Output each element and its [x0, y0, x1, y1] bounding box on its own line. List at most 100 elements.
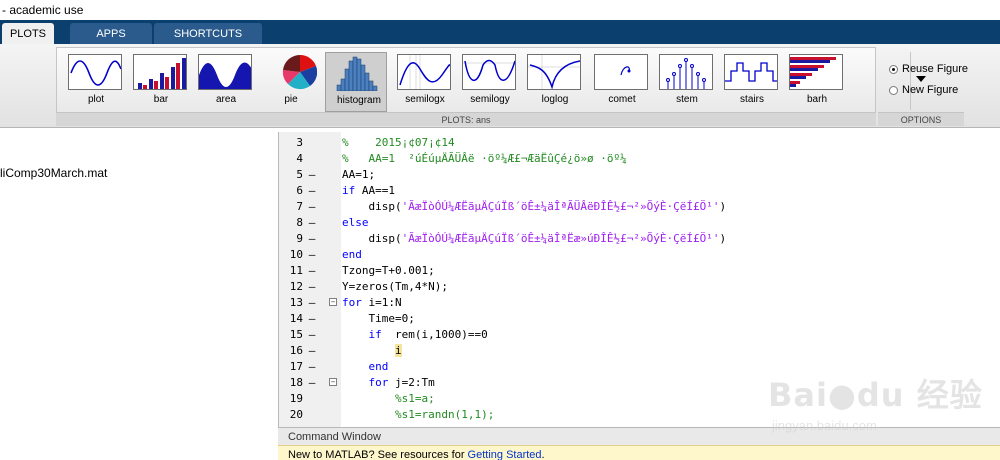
stairs-button[interactable]: stairs — [719, 52, 779, 112]
code-line[interactable]: 14 — Time=0; — [279, 310, 1000, 326]
code-token: Y=zeros(Tm,4*N); — [342, 280, 448, 293]
code-line[interactable]: 7 — disp('ÃæÏòÓÚ¼ÆËãµÄÇúÏß´öÊ±¼äÎªÃÜÂëÐÎÊ… — [279, 198, 1000, 214]
comet-label: comet — [608, 94, 636, 105]
gallery-more-button[interactable] — [910, 52, 930, 110]
code-token: %s1=a; — [342, 392, 435, 405]
plot-gallery: plot bar area pie histogram semilogx sem… — [56, 47, 926, 113]
tab-shortcuts[interactable]: SHORTCUTS — [154, 23, 262, 44]
plots-ribbon: plot bar area pie histogram semilogx sem… — [0, 44, 1000, 128]
line-number: 3 — [296, 136, 303, 149]
getting-started-link[interactable]: Getting Started — [468, 449, 542, 460]
radio-selected-icon — [889, 65, 898, 74]
code-line[interactable]: 11 — Tzong=T+0.001; — [279, 262, 1000, 278]
code-text: %s1=randn(1,1); — [342, 408, 494, 421]
code-line[interactable]: 12 — Y=zeros(Tm,4*N); — [279, 278, 1000, 294]
code-token: rem(i,1000)==0 — [381, 328, 488, 341]
line-number: 17 — [289, 360, 303, 373]
line-number: 19 — [289, 392, 303, 405]
code-line[interactable]: 9 — disp('ÃæÏòÓÚ¼ÆËãµÄÇúÏß´öÊ±¼äÎªËæ»úÐÎÊ… — [279, 230, 1000, 246]
code-text: Time=0; — [342, 312, 415, 325]
code-token: Tzong=T+0.001; — [342, 264, 435, 277]
code-line[interactable]: 5 — AA=1; — [279, 166, 1000, 182]
breakpoint-marker[interactable]: — — [307, 184, 317, 197]
code-token: if — [368, 328, 382, 341]
semilogy-button[interactable]: semilogy — [457, 52, 517, 112]
breakpoint-marker[interactable]: — — [307, 264, 317, 277]
code-line[interactable]: 8 — else — [279, 214, 1000, 230]
code-text: Y=zeros(Tm,4*N); — [342, 280, 448, 293]
code-line[interactable]: 13 — − for i=1:N — [279, 294, 1000, 310]
code-token: ) — [719, 232, 727, 245]
line-number: 13 — [289, 296, 303, 309]
pie-button[interactable]: pie — [258, 52, 318, 112]
code-token: ) — [719, 200, 727, 213]
code-token: i=1:N — [361, 296, 402, 309]
tab-apps[interactable]: APPS — [70, 23, 152, 44]
toolstrip-tabs: PLOTS APPS SHORTCUTS — [0, 20, 1000, 44]
breakpoint-marker[interactable]: — — [307, 312, 317, 325]
reuse-figure-option[interactable]: Reuse Figure — [889, 62, 999, 78]
fold-toggle-icon[interactable]: − — [329, 378, 337, 386]
loglog-button[interactable]: loglog — [522, 52, 582, 112]
code-line[interactable]: 6 — if AA==1 — [279, 182, 1000, 198]
breakpoint-marker[interactable]: — — [307, 248, 317, 261]
line-number: 14 — [289, 312, 303, 325]
reuse-figure-label: Reuse Figure — [902, 63, 969, 75]
breakpoint-marker[interactable]: — — [307, 344, 317, 357]
breakpoint-marker[interactable]: — — [307, 296, 317, 309]
code-token: %s1=randn(1,1); — [342, 408, 495, 421]
code-token: end — [342, 248, 362, 261]
stairs-label: stairs — [740, 94, 764, 105]
code-token: for — [342, 296, 362, 309]
breakpoint-marker[interactable]: — — [307, 328, 317, 341]
breakpoint-marker[interactable]: — — [307, 200, 317, 213]
line-number: 10 — [289, 248, 303, 261]
semilogx-label: semilogx — [405, 94, 445, 105]
code-token: end — [368, 360, 389, 373]
fold-toggle-icon[interactable]: − — [329, 298, 337, 306]
tab-plots[interactable]: PLOTS — [2, 23, 54, 44]
code-token: % AA=1 ²úÉúµÄÃÜÂë ·öº¼Æ£¬ÆäËûÇé¿ö»ø ·öº¼ — [342, 152, 627, 165]
loglog-icon — [527, 54, 581, 90]
code-line[interactable]: 10 — end — [279, 246, 1000, 262]
stem-button[interactable]: stem — [654, 52, 714, 112]
semilogx-button[interactable]: semilogx — [392, 52, 452, 112]
new-figure-option[interactable]: New Figure — [889, 83, 999, 99]
code-token: disp( — [342, 200, 402, 213]
breakpoint-marker[interactable]: — — [307, 168, 317, 181]
stem-label: stem — [676, 94, 698, 105]
breakpoint-marker[interactable]: — — [307, 216, 317, 229]
line-number: 15 — [289, 328, 303, 341]
code-text: end — [342, 248, 362, 261]
code-text: for j=2:Tm — [342, 376, 435, 389]
barh-label: barh — [806, 94, 827, 105]
breakpoint-marker[interactable]: — — [307, 232, 317, 245]
code-token: i — [394, 344, 402, 357]
line-number: 16 — [289, 344, 303, 357]
bar-chart-icon — [133, 54, 187, 90]
line-number: 18 — [289, 376, 303, 389]
breakpoint-marker[interactable]: — — [307, 376, 317, 389]
code-text: disp('ÃæÏòÓÚ¼ÆËãµÄÇúÏß´öÊ±¼äÎªÃÜÂëÐÎÊ½£¬… — [342, 200, 726, 213]
breakpoint-marker[interactable]: — — [307, 280, 317, 293]
code-line[interactable]: 3 % 2015¡¢07¡¢14 — [279, 134, 1000, 150]
barh-button[interactable]: barh — [784, 52, 844, 112]
window-title: - academic use — [0, 0, 1000, 20]
bar-label: bar — [153, 94, 169, 105]
histogram-button[interactable]: histogram — [325, 52, 387, 112]
plot-button[interactable]: plot — [63, 52, 123, 112]
bar-button[interactable]: bar — [128, 52, 188, 112]
workspace-file-item[interactable]: liComp30March.mat — [0, 166, 107, 180]
code-text: % 2015¡¢07¡¢14 — [342, 136, 455, 149]
breakpoint-marker[interactable]: — — [307, 360, 317, 373]
code-token: Time=0; — [342, 312, 415, 325]
watermark-logo: Bai●du 经验 — [768, 376, 983, 414]
code-line[interactable]: 15 — if rem(i,1000)==0 — [279, 326, 1000, 342]
code-line[interactable]: 16 — i — [279, 342, 1000, 358]
code-line[interactable]: 4 % AA=1 ²úÉúµÄÃÜÂë ·öº¼Æ£¬ÆäËûÇé¿ö»ø ·öº… — [279, 150, 1000, 166]
code-text: i — [342, 344, 402, 357]
area-button[interactable]: area — [193, 52, 253, 112]
comet-button[interactable]: comet — [589, 52, 649, 112]
